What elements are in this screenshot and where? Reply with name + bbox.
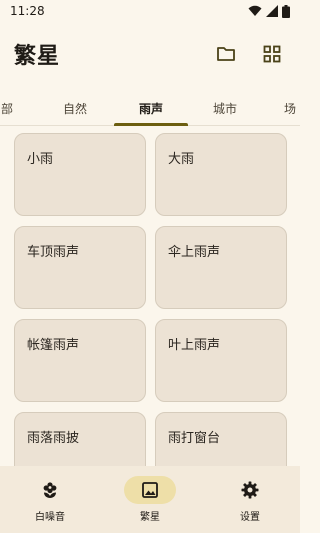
sound-card[interactable]: 雨打窗台 (155, 412, 287, 466)
tab-label: 部 (0, 101, 13, 116)
nav-item-settings[interactable]: 设置 (200, 466, 300, 533)
sound-card-label: 车顶雨声 (27, 245, 80, 260)
gear-icon (241, 481, 259, 499)
grid-view-button[interactable] (260, 42, 284, 66)
tab-label: 城市 (212, 101, 237, 116)
sound-card[interactable]: 大雨 (155, 133, 287, 216)
nav-item-stars[interactable]: 繁星 (100, 466, 200, 533)
folder-icon (217, 47, 235, 61)
sound-card[interactable]: 伞上雨声 (155, 226, 287, 309)
tab-all[interactable]: 部 (0, 90, 14, 126)
tab-indicator (114, 123, 188, 126)
sound-card-label: 叶上雨声 (168, 338, 221, 353)
nav-pill-active (124, 476, 176, 504)
tab-nature[interactable]: 自然 (55, 90, 95, 126)
nav-label: 设置 (240, 512, 260, 523)
page-title: 繁星 (14, 44, 61, 69)
app-actions (214, 42, 284, 66)
grid-icon (263, 45, 281, 63)
tab-label: 雨声 (138, 101, 163, 116)
sound-card[interactable]: 叶上雨声 (155, 319, 287, 402)
sound-card[interactable]: 雨落雨披 (14, 412, 146, 466)
nav-label: 繁星 (140, 512, 160, 523)
sound-card-label: 伞上雨声 (168, 245, 221, 260)
sound-card-label: 大雨 (168, 152, 195, 167)
sound-card-label: 帐篷雨声 (27, 338, 80, 353)
nav-pill (24, 476, 76, 504)
sound-card[interactable]: 小雨 (14, 133, 146, 216)
nav-label: 白噪音 (35, 512, 65, 523)
battery-icon (282, 4, 290, 18)
status-bar: 11:28 (0, 0, 300, 22)
nav-item-white-noise[interactable]: 白噪音 (0, 466, 100, 533)
sound-card-label: 雨打窗台 (168, 431, 221, 446)
top-app-bar: 繁星 (0, 22, 300, 86)
sound-grid: 小雨 大雨 车顶雨声 伞上雨声 帐篷雨声 叶上雨声 雨落雨披 雨打窗台 (0, 128, 300, 466)
sound-card[interactable]: 帐篷雨声 (14, 319, 146, 402)
category-tabs: 部 自然 雨声 城市 场 (0, 90, 300, 126)
nav-pill (224, 476, 276, 504)
folder-button[interactable] (214, 42, 238, 66)
image-icon (142, 482, 158, 498)
status-time: 11:28 (10, 4, 45, 18)
sound-card-label: 小雨 (27, 152, 54, 167)
flower-icon (43, 482, 57, 498)
tab-label: 场 (284, 101, 297, 116)
tab-rain[interactable]: 雨声 (114, 90, 188, 126)
wifi-icon (248, 5, 262, 16)
tab-city[interactable]: 城市 (205, 90, 245, 126)
sound-card[interactable]: 车顶雨声 (14, 226, 146, 309)
tab-scene[interactable]: 场 (284, 90, 300, 126)
bottom-navigation: 白噪音 繁星 设置 (0, 466, 300, 533)
signal-icon (266, 5, 278, 17)
status-icons (248, 4, 290, 18)
tab-label: 自然 (62, 101, 87, 116)
sound-card-label: 雨落雨披 (27, 431, 80, 446)
